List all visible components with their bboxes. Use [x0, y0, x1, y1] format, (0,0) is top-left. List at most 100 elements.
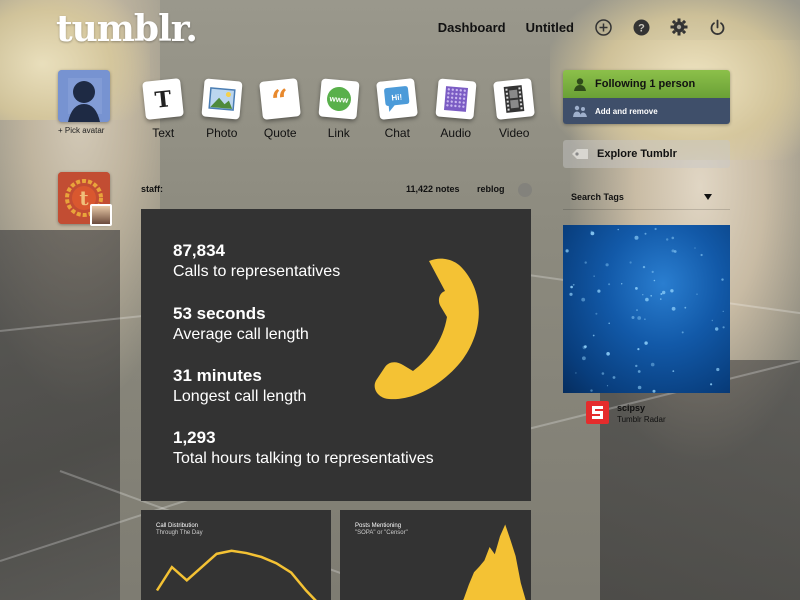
photo-post-icon: [201, 78, 243, 120]
stat-value: 31 minutes: [173, 366, 262, 385]
explore-tumblr-button[interactable]: Explore Tumblr: [563, 140, 730, 168]
radar-label: Tumblr Radar: [617, 415, 666, 424]
radar-particle: [642, 294, 644, 296]
posts-mentioning-area: [462, 524, 526, 600]
post-notes-count[interactable]: 11,422 notes: [406, 184, 460, 194]
chat-post-icon: Hi!: [376, 78, 419, 120]
background-coat-right: [600, 360, 800, 600]
post-type-quote[interactable]: “ Quote: [251, 78, 310, 140]
radar-particle: [716, 367, 720, 372]
plus-icon[interactable]: [594, 18, 612, 36]
radar-particle: [654, 227, 657, 231]
radar-particle: [710, 383, 713, 386]
post-type-photo[interactable]: Photo: [193, 78, 252, 140]
radar-particle: [681, 331, 684, 334]
radar-blog-avatar[interactable]: [586, 401, 609, 424]
search-tags-label: Search Tags: [571, 191, 624, 202]
person-icon: [574, 78, 586, 91]
radar-particle: [570, 285, 573, 289]
radar-blog-name[interactable]: scipsy: [617, 403, 645, 413]
radar-particle: [612, 376, 616, 379]
radar-particle: [652, 389, 656, 393]
explore-label: Explore Tumblr: [597, 148, 677, 160]
stat-value: 1,293: [173, 428, 216, 447]
background-coat-left: [0, 230, 120, 600]
radar-image[interactable]: [563, 225, 730, 393]
post-type-chat[interactable]: Hi! Chat: [368, 78, 427, 140]
radar-particle: [722, 310, 724, 312]
post-type-label: Link: [327, 126, 350, 140]
radar-particle: [662, 290, 666, 295]
post-type-label: Chat: [384, 126, 410, 140]
top-navigation: Dashboard Untitled ?: [438, 18, 726, 36]
post-author[interactable]: staff:: [141, 184, 163, 194]
radar-particle: [631, 316, 635, 319]
people-icon: [573, 105, 587, 117]
radar-particle: [711, 319, 713, 322]
link-post-icon: www: [318, 78, 360, 120]
radar-particle: [696, 293, 698, 295]
radar-particle: [590, 389, 593, 392]
radar-particle: [671, 236, 675, 240]
area-chart: [462, 524, 526, 600]
post-type-label: Photo: [206, 126, 238, 140]
following-panel[interactable]: Following 1 person Add and remove: [563, 70, 730, 124]
post-type-text[interactable]: T Text: [134, 78, 193, 140]
search-tags-dropdown[interactable]: Search Tags: [563, 184, 730, 210]
like-heart-icon[interactable]: [518, 183, 532, 197]
radar-particle: [608, 283, 611, 286]
post-type-label: Video: [499, 126, 530, 140]
radar-particle: [700, 253, 703, 257]
add-remove-button[interactable]: Add and remove: [563, 98, 730, 124]
radar-particle: [644, 318, 646, 320]
radar-particle: [637, 348, 640, 351]
reblogger-avatar[interactable]: [90, 204, 112, 226]
radar-particle: [671, 306, 676, 311]
svg-text:T: T: [154, 86, 174, 114]
radar-particle: [584, 345, 587, 348]
radar-particle: [621, 283, 623, 285]
post-type-audio[interactable]: Audio: [427, 78, 486, 140]
stat-average-call: 53 seconds Average call length: [173, 304, 309, 344]
radar-particle: [617, 228, 619, 231]
radar-particle: [636, 309, 638, 311]
dashboard-link[interactable]: Dashboard: [438, 20, 506, 35]
radar-particle: [608, 322, 610, 325]
radar-particle: [660, 293, 663, 295]
radar-particle: [645, 297, 649, 302]
radar-particle: [650, 295, 652, 297]
reblog-link[interactable]: reblog: [477, 184, 505, 194]
tumblr-logo[interactable]: tumblr.: [56, 8, 198, 50]
svg-text:?: ?: [638, 22, 645, 34]
video-post-icon: [493, 78, 536, 120]
radar-particle: [637, 370, 641, 373]
post-type-video[interactable]: Video: [485, 78, 544, 140]
user-avatar[interactable]: [58, 70, 110, 122]
radar-particle: [590, 231, 595, 236]
radar-particle: [644, 341, 648, 345]
following-button[interactable]: Following 1 person: [563, 70, 730, 98]
radar-particle: [597, 289, 601, 293]
tag-icon: [572, 149, 588, 159]
power-icon[interactable]: [708, 18, 726, 36]
radar-particle: [572, 283, 575, 286]
post-type-label: Text: [152, 126, 175, 140]
posts-mentioning-chart: Posts Mentioning "SOPA" or "Censor": [340, 510, 531, 600]
radar-particle: [637, 385, 642, 390]
help-icon[interactable]: ?: [632, 18, 650, 36]
following-count: Following 1 person: [595, 78, 696, 90]
stat-total-hours: 1,293 Total hours talking to representat…: [173, 428, 434, 468]
radar-particle: [670, 289, 674, 293]
post-type-link[interactable]: www Link: [310, 78, 369, 140]
svg-text:www: www: [328, 94, 349, 105]
radar-particle: [582, 356, 586, 361]
gear-icon[interactable]: [670, 18, 688, 36]
radar-particle: [606, 385, 609, 387]
radar-particle: [722, 326, 725, 329]
radar-particle: [715, 327, 719, 331]
blog-link[interactable]: Untitled: [526, 20, 574, 35]
radar-particle: [590, 230, 592, 232]
text-post-icon: T: [142, 78, 185, 120]
pick-avatar-link[interactable]: + Pick avatar: [58, 126, 104, 135]
radar-particle: [721, 278, 724, 281]
